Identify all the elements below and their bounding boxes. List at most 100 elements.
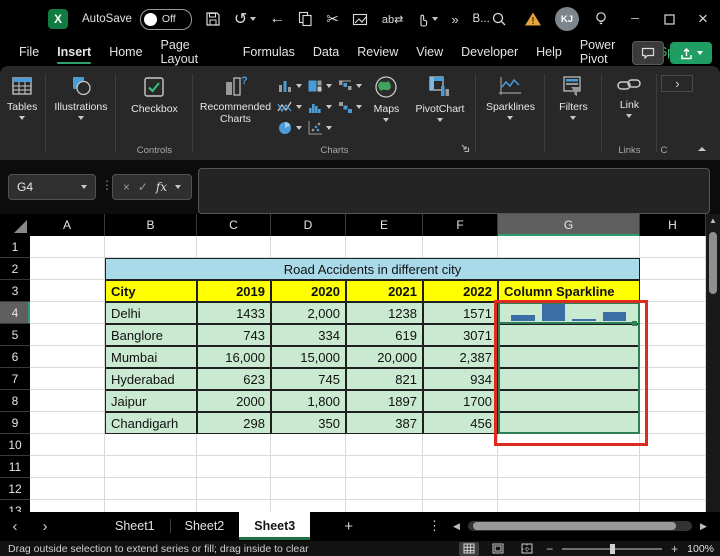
tab-developer[interactable]: Developer: [452, 38, 527, 66]
sheet-more-icon[interactable]: ⋮: [428, 518, 441, 534]
sheet-tab-sheet1[interactable]: Sheet1: [100, 512, 170, 540]
value-cell[interactable]: 20,000: [346, 346, 423, 368]
row-header-4[interactable]: 4: [0, 302, 30, 324]
sparklines-button[interactable]: Sparklines: [479, 71, 542, 123]
value-cell[interactable]: 2000: [197, 390, 271, 412]
close-button[interactable]: ×: [686, 0, 720, 38]
value-cell[interactable]: 821: [346, 368, 423, 390]
value-cell[interactable]: 387: [346, 412, 423, 434]
sparkline-cell[interactable]: [498, 368, 640, 390]
select-all-corner[interactable]: [0, 214, 30, 236]
paste-icon[interactable]: [352, 12, 369, 27]
zoom-slider-thumb[interactable]: [610, 544, 615, 554]
illustrations-button[interactable]: Illustrations: [47, 71, 114, 123]
value-cell[interactable]: 623: [197, 368, 271, 390]
link-button[interactable]: Link: [609, 71, 649, 121]
row-header-12[interactable]: 12: [0, 478, 30, 500]
column-header-G[interactable]: G: [498, 214, 640, 236]
value-cell[interactable]: 1,800: [271, 390, 346, 412]
page-layout-view-button[interactable]: [488, 542, 508, 556]
account-avatar[interactable]: KJ: [550, 0, 584, 38]
pivotchart-button[interactable]: PivotChart: [408, 71, 471, 125]
value-cell[interactable]: 745: [271, 368, 346, 390]
table-header-cell[interactable]: 2020: [271, 280, 346, 302]
sheet-grid[interactable]: Road Accidents in different cityCity2019…: [30, 236, 706, 512]
charts-dialog-launcher-icon[interactable]: [460, 140, 470, 158]
column-header-F[interactable]: F: [423, 214, 498, 236]
page-break-view-button[interactable]: [517, 542, 537, 556]
cascade-chart-button[interactable]: [337, 99, 362, 115]
value-cell[interactable]: 1433: [197, 302, 271, 324]
value-cell[interactable]: 16,000: [197, 346, 271, 368]
tab-data[interactable]: Data: [304, 38, 348, 66]
sheet-tab-sheet3[interactable]: Sheet3: [239, 512, 310, 540]
name-box[interactable]: G4: [8, 174, 96, 200]
column-header-E[interactable]: E: [346, 214, 423, 236]
value-cell[interactable]: 334: [271, 324, 346, 346]
row-header-13[interactable]: 13: [0, 500, 30, 512]
row-header-2[interactable]: 2: [0, 258, 30, 280]
column-header-D[interactable]: D: [271, 214, 346, 236]
vertical-scrollbar[interactable]: ▲: [706, 214, 720, 512]
scroll-right-icon[interactable]: ▶: [700, 521, 707, 532]
sheet-nav-left-icon[interactable]: ‹: [0, 518, 30, 535]
sparkline-cell[interactable]: [498, 324, 640, 346]
zoom-out-button[interactable]: −: [546, 542, 553, 556]
row-header-7[interactable]: 7: [0, 368, 30, 390]
sheet-nav-right-icon[interactable]: ›: [30, 518, 60, 535]
checkbox-button[interactable]: Checkbox: [124, 71, 185, 118]
row-header-8[interactable]: 8: [0, 390, 30, 412]
city-cell[interactable]: Mumbai: [105, 346, 197, 368]
cut-icon[interactable]: ✂: [326, 10, 339, 28]
value-cell[interactable]: 619: [346, 324, 423, 346]
horizontal-scrollbar[interactable]: [468, 521, 692, 531]
scatter-chart-button[interactable]: [307, 120, 332, 136]
collapse-ribbon-icon[interactable]: [698, 138, 706, 156]
row-header-6[interactable]: 6: [0, 346, 30, 368]
find-replace-icon[interactable]: ab⇄: [382, 13, 403, 26]
warning-icon[interactable]: [516, 0, 550, 38]
value-cell[interactable]: 15,000: [271, 346, 346, 368]
row-header-1[interactable]: 1: [0, 236, 30, 258]
sheet-tab-sheet2[interactable]: Sheet2: [170, 512, 240, 540]
horizontal-scroll-thumb[interactable]: [473, 522, 676, 530]
tab-insert[interactable]: Insert: [48, 38, 100, 66]
histogram-chart-button[interactable]: [307, 99, 332, 115]
save-icon[interactable]: [205, 11, 221, 27]
row-header-10[interactable]: 10: [0, 434, 30, 456]
value-cell[interactable]: 1571: [423, 302, 498, 324]
city-cell[interactable]: Chandigarh: [105, 412, 197, 434]
value-cell[interactable]: 1700: [423, 390, 498, 412]
normal-view-button[interactable]: [459, 542, 479, 556]
row-header-3[interactable]: 3: [0, 280, 30, 302]
column-header-C[interactable]: C: [197, 214, 271, 236]
filters-button[interactable]: Filters: [552, 71, 595, 123]
table-title-cell[interactable]: Road Accidents in different city: [105, 258, 640, 280]
waterfall-chart-button[interactable]: [337, 78, 362, 94]
tab-formulas[interactable]: Formulas: [234, 38, 304, 66]
city-cell[interactable]: Banglore: [105, 324, 197, 346]
autosave-toggle[interactable]: Off: [140, 9, 192, 30]
add-sheet-button[interactable]: +: [344, 518, 353, 535]
column-chart-button[interactable]: [277, 78, 302, 94]
table-header-cell[interactable]: City: [105, 280, 197, 302]
table-header-cell[interactable]: 2019: [197, 280, 271, 302]
tab-home[interactable]: Home: [100, 38, 151, 66]
value-cell[interactable]: 743: [197, 324, 271, 346]
back-icon[interactable]: ←: [269, 10, 285, 28]
sparkline-cell[interactable]: [498, 412, 640, 434]
tab-page-layout[interactable]: Page Layout: [152, 38, 234, 66]
sparkline-cell[interactable]: [498, 390, 640, 412]
scroll-left-icon[interactable]: ◀: [453, 521, 460, 532]
maps-button[interactable]: Maps: [366, 71, 406, 125]
comments-button[interactable]: [632, 41, 664, 65]
table-header-cell[interactable]: 2021: [346, 280, 423, 302]
value-cell[interactable]: 298: [197, 412, 271, 434]
row-header-5[interactable]: 5: [0, 324, 30, 346]
city-cell[interactable]: Jaipur: [105, 390, 197, 412]
vertical-scroll-thumb[interactable]: [709, 232, 717, 294]
value-cell[interactable]: 2,000: [271, 302, 346, 324]
touch-mouse-mode-button[interactable]: [416, 12, 438, 27]
lightbulb-icon[interactable]: [584, 0, 618, 38]
column-header-B[interactable]: B: [105, 214, 197, 236]
